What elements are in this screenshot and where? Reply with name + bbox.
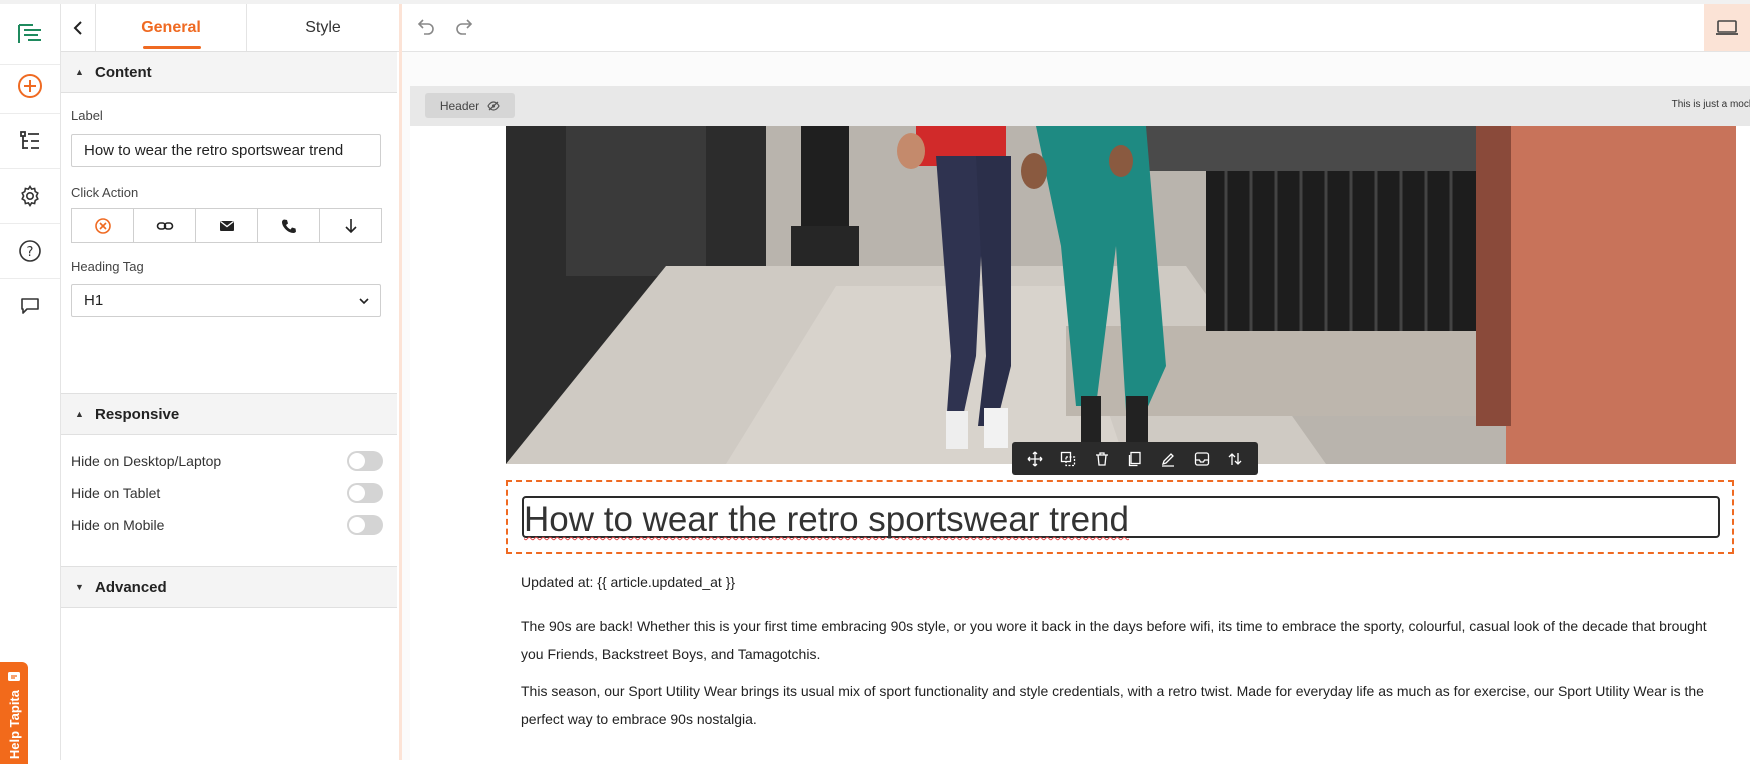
settings-panel: General Style ▲ Content Label How to wea…	[61, 4, 402, 760]
header-strip: Header This is just a mockup from your	[410, 86, 1750, 126]
hero-photo	[506, 126, 1736, 464]
question-circle-icon: ?	[19, 240, 41, 262]
panel-tabs: General Style	[61, 4, 399, 52]
chat-button[interactable]	[0, 276, 60, 336]
undo-icon	[417, 19, 434, 35]
swap-arrows-icon	[1228, 452, 1242, 465]
save-block-button[interactable]	[1191, 448, 1213, 470]
advanced-section-header[interactable]: ▼ Advanced	[61, 566, 397, 608]
label-input[interactable]: How to wear the retro sportswear trend	[71, 134, 381, 167]
tab-general-label: General	[141, 18, 201, 36]
paragraph-1: The 90s are back! Whether this is your f…	[521, 618, 1707, 662]
click-action-none[interactable]	[72, 209, 134, 242]
help-tapita-tab[interactable]: Help Tapita	[0, 662, 28, 764]
icon-rail: ? Help Tapita	[0, 4, 61, 764]
settings-button[interactable]	[0, 166, 60, 226]
layers-button[interactable]	[0, 111, 60, 171]
heading-edit-box[interactable]: How to wear the retro sportswear trend	[522, 496, 1720, 540]
pencil-icon	[1162, 452, 1175, 467]
heading-tag-value: H1	[84, 292, 104, 309]
hide-desktop-row: Hide on Desktop/Laptop	[71, 450, 383, 472]
select-parent-icon	[1060, 451, 1076, 466]
label-caption: Label	[71, 108, 103, 123]
redo-button[interactable]	[454, 16, 474, 41]
page-preview: Header This is just a mockup from your	[410, 86, 1750, 760]
download-icon	[344, 218, 357, 233]
hero-image[interactable]	[506, 126, 1736, 464]
header-chip-label: Header	[439, 98, 480, 113]
heading-tag-caption: Heading Tag	[71, 259, 144, 274]
eye-off-icon	[487, 100, 500, 111]
article-heading[interactable]: How to wear the retro sportswear trend	[524, 500, 1129, 540]
help-tapita-label: Help Tapita	[6, 690, 22, 760]
hide-mobile-row: Hide on Mobile	[71, 514, 383, 536]
app-logo[interactable]	[0, 4, 60, 64]
delete-button[interactable]	[1091, 448, 1113, 470]
header-chip[interactable]: Header	[425, 93, 515, 118]
hide-tablet-row: Hide on Tablet	[71, 482, 383, 504]
hide-desktop-toggle[interactable]	[347, 451, 383, 471]
chevron-left-icon	[73, 20, 82, 35]
selected-heading-block[interactable]: How to wear the retro sportswear trend	[506, 480, 1734, 554]
mockup-note: This is just a mockup from your	[1671, 99, 1750, 110]
app-logo-icon	[18, 24, 41, 43]
redo-icon	[456, 19, 473, 35]
duplicate-button[interactable]	[1124, 448, 1146, 470]
updated-at-text: Updated at: {{ article.updated_at }}	[521, 574, 736, 590]
hide-mobile-toggle[interactable]	[347, 515, 383, 535]
caret-down-icon: ▼	[75, 582, 84, 592]
laptop-icon	[1716, 19, 1738, 35]
none-icon	[94, 217, 111, 234]
layers-tree-icon	[20, 131, 39, 149]
element-toolbar	[1012, 442, 1258, 475]
undo-button[interactable]	[416, 16, 436, 41]
email-icon	[219, 220, 234, 231]
caret-up-icon: ▲	[75, 67, 84, 77]
click-action-caption: Click Action	[71, 185, 139, 200]
hide-desktop-label: Hide on Desktop/Laptop	[71, 453, 222, 469]
canvas-topbar	[402, 4, 1750, 52]
tab-style-label: Style	[305, 18, 341, 36]
canvas-area: Header This is just a mockup from your	[402, 52, 1750, 760]
caret-up-icon: ▲	[75, 409, 84, 419]
plus-circle-icon	[18, 74, 42, 98]
click-action-email[interactable]	[196, 209, 258, 242]
click-action-download[interactable]	[320, 209, 381, 242]
message-icon	[8, 672, 20, 681]
help-button[interactable]: ?	[0, 221, 60, 281]
phone-icon	[281, 219, 296, 233]
trash-icon	[1095, 451, 1108, 466]
heading-tag-select[interactable]: H1	[71, 284, 381, 317]
advanced-section-title: Advanced	[95, 578, 167, 596]
content-section-header[interactable]: ▲ Content	[61, 51, 397, 93]
edit-button[interactable]	[1157, 448, 1179, 470]
copy-icon	[1128, 451, 1141, 466]
click-action-group	[71, 208, 382, 243]
click-action-phone[interactable]	[258, 209, 320, 242]
tab-style[interactable]: Style	[247, 4, 399, 51]
responsive-section-title: Responsive	[95, 405, 180, 423]
back-button[interactable]	[61, 4, 96, 51]
add-element-button[interactable]	[0, 56, 60, 116]
gear-icon	[21, 184, 39, 208]
active-tab-indicator	[143, 46, 201, 49]
paragraph-2: This season, our Sport Utility Wear brin…	[521, 683, 1704, 727]
chevron-down-icon	[359, 298, 369, 305]
move-button[interactable]	[1024, 448, 1046, 470]
hide-tablet-toggle[interactable]	[347, 483, 383, 503]
hide-mobile-label: Hide on Mobile	[71, 517, 165, 533]
tab-general[interactable]: General	[96, 4, 247, 51]
move-icon	[1027, 451, 1043, 466]
link-icon	[156, 221, 173, 230]
inbox-icon	[1194, 451, 1209, 466]
content-section-title: Content	[95, 63, 152, 81]
svg-text:?: ?	[27, 245, 34, 260]
swap-button[interactable]	[1224, 448, 1246, 470]
responsive-section-header[interactable]: ▲ Responsive	[61, 393, 397, 435]
click-action-link[interactable]	[134, 209, 196, 242]
chat-bubble-icon	[21, 298, 39, 314]
desktop-view-button[interactable]	[1704, 4, 1750, 51]
hide-tablet-label: Hide on Tablet	[71, 485, 161, 501]
select-parent-button[interactable]	[1057, 448, 1079, 470]
